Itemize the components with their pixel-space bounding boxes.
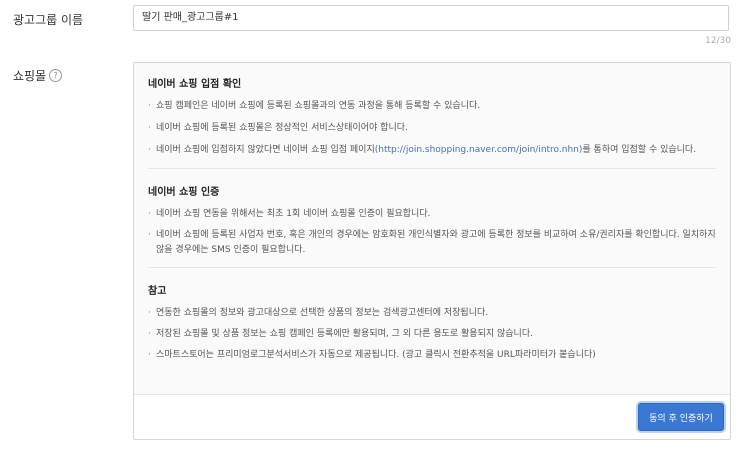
- shopping-info-content: 네이버 쇼핑 입점 확인 쇼핑 캠페인은 네이버 쇼핑에 등록된 쇼핑몰과의 연…: [134, 63, 730, 395]
- list-item: 네이버 쇼핑에 등록된 쇼핑몰은 정상적인 서비스상태이어야 합니다.: [148, 121, 716, 136]
- list-item-text: 네이버 쇼핑에 입점하지 않았다면 네이버 쇼핑 입점 페이지: [156, 145, 375, 155]
- list-item: 저장된 쇼핑몰 및 상품 정보는 쇼핑 캠페인 등록에만 활용되며, 그 외 다…: [148, 327, 716, 342]
- naver-shopping-join-link[interactable]: (http://join.shopping.naver.com/join/int…: [375, 145, 583, 155]
- shopping-mall-label-text: 쇼핑몰: [13, 69, 47, 83]
- section-title-entry-check: 네이버 쇼핑 입점 확인: [148, 79, 242, 90]
- agree-and-verify-button[interactable]: 동의 후 인증하기: [638, 403, 724, 431]
- ad-group-name-input[interactable]: 딸기 판매_광고그룹#1: [133, 5, 729, 31]
- list-item: 네이버 쇼핑에 등록된 사업자 번호, 혹은 개인의 경우에는 암호화된 개인식…: [148, 228, 716, 258]
- ad-group-name-label: 광고그룹 이름: [13, 13, 84, 27]
- list-item: 쇼핑 캠페인은 네이버 쇼핑에 등록된 쇼핑몰과의 연동 과정을 통해 등록할 …: [148, 99, 716, 114]
- list-item: 네이버 쇼핑에 입점하지 않았다면 네이버 쇼핑 입점 페이지(http://j…: [148, 143, 716, 158]
- list-item: 네이버 쇼핑 연동을 위해서는 최초 1회 네이버 쇼핑몰 인증이 필요합니다.: [148, 207, 716, 222]
- list-item: 연동한 쇼핑몰의 정보와 광고대상으로 선택한 상품의 정보는 검색광고센터에 …: [148, 306, 716, 321]
- list-item-text: 를 통하여 입점할 수 있습니다.: [582, 145, 697, 155]
- section-title-verification: 네이버 쇼핑 인증: [148, 187, 220, 198]
- list-item: 스마트스토어는 프리미엄로그분석서비스가 자동으로 제공됩니다. (광고 클릭시…: [148, 348, 716, 363]
- question-circle-icon[interactable]: ?: [49, 69, 63, 82]
- section-title-note: 참고: [148, 286, 167, 297]
- shopping-info-box: 네이버 쇼핑 입점 확인 쇼핑 캠페인은 네이버 쇼핑에 등록된 쇼핑몰과의 연…: [133, 62, 731, 440]
- shopping-box-footer: 동의 후 인증하기: [134, 394, 730, 439]
- shopping-mall-label: 쇼핑몰 ?: [13, 67, 63, 84]
- char-count: 12/30: [705, 36, 731, 46]
